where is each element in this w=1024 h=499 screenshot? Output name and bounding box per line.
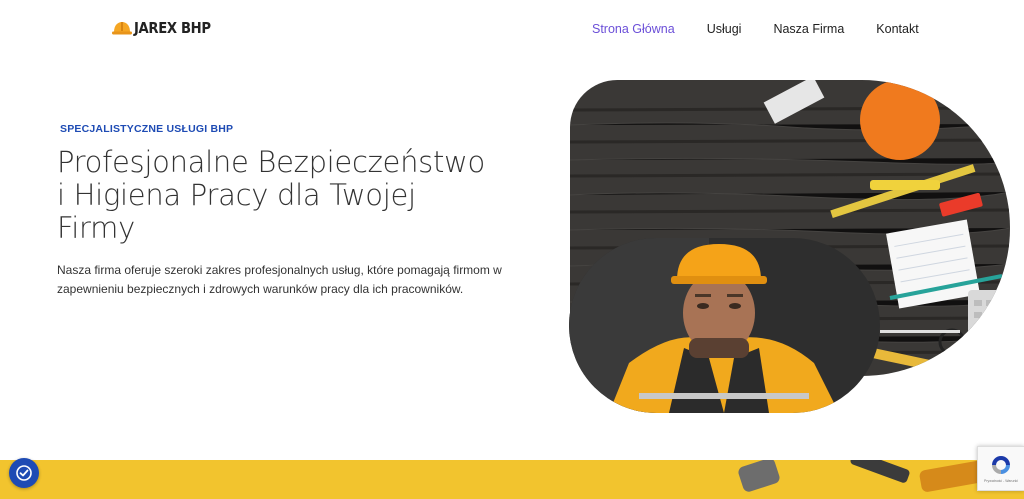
recaptcha-icon [992,456,1010,474]
nav-item-contact[interactable]: Kontakt [876,22,918,36]
hero-headline: Profesjonalne Bezpieczeństwo i Higiena P… [57,145,485,245]
page: JAREX BHP Strona Główna Usługi Nasza Fir… [0,0,1024,499]
hero-lead: Nasza firma oferuje szeroki zakres profe… [57,263,502,296]
hero-eyebrow: SPECJALISTYCZNE USŁUGI BHP [60,123,234,135]
cookie-consent-icon [16,465,32,481]
hero-image-worker [569,238,880,413]
logo-link[interactable]: JAREX BHP [112,19,221,37]
nav-item-services[interactable]: Usługi [707,22,742,36]
hard-hat-icon [112,22,132,35]
next-section-banner [0,460,1024,499]
nav-item-company[interactable]: Nasza Firma [773,22,844,36]
recaptcha-text: Prywatność - Warunki [984,479,1018,483]
main-nav: Strona Główna Usługi Nasza Firma Kontakt [592,22,951,36]
nav-item-home[interactable]: Strona Główna [592,22,675,36]
logo-text: JAREX BHP [134,19,211,37]
recaptcha-badge[interactable]: Prywatność - Warunki [977,446,1024,491]
cookie-consent-button[interactable] [9,458,39,488]
